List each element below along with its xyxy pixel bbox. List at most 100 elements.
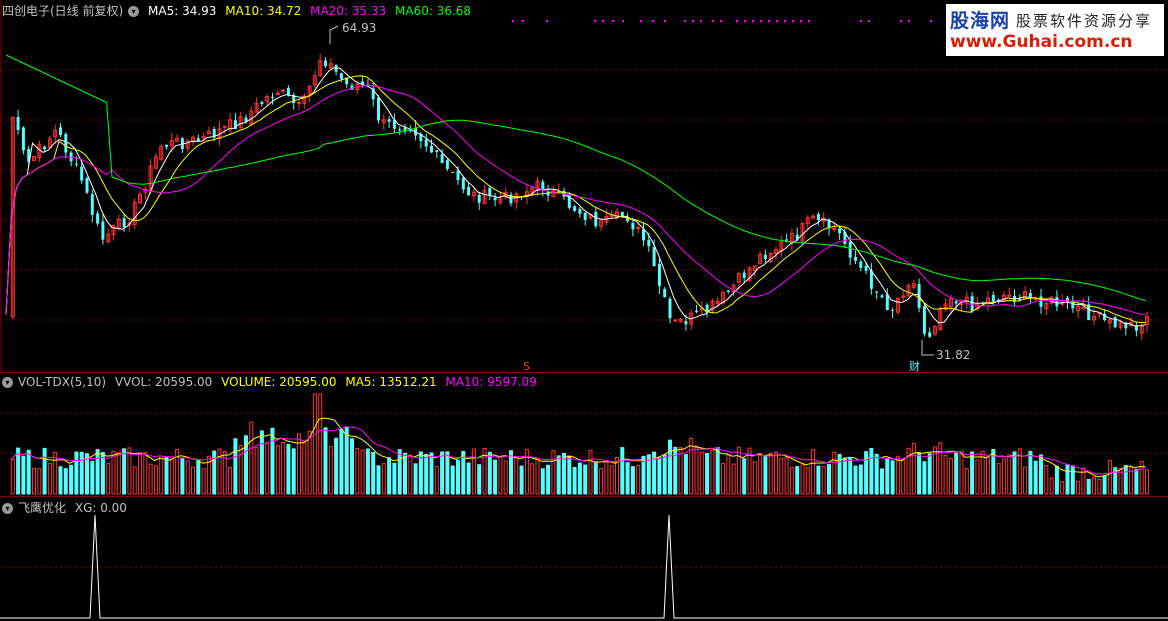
volume-bar-up (774, 451, 778, 495)
volume-bar-down (715, 447, 720, 495)
volume-bar-down (365, 448, 370, 495)
candle-down (90, 194, 94, 215)
volume-bar-up (551, 450, 556, 495)
candle-up (636, 227, 641, 230)
volume-bar-up (201, 468, 206, 495)
candle-down (970, 296, 974, 312)
volume-bar-up (275, 445, 280, 495)
volume-bar-down (763, 456, 768, 495)
volume-bar-up (138, 452, 142, 495)
volume-bar-down (795, 466, 800, 495)
volume-panel[interactable]: ▾ VOL-TDX(5,10) VVOL: 20595.00 VOLUME: 20… (0, 373, 1168, 497)
collapse-icon[interactable]: ▾ (128, 6, 140, 17)
volume-header: ▾ VOL-TDX(5,10) VVOL: 20595.00 VOLUME: 20… (2, 375, 542, 389)
volume-bar-down (593, 462, 598, 495)
volume-bar-up (355, 448, 360, 495)
volume-bar-up (1145, 469, 1149, 495)
volume-bar-down (69, 464, 74, 495)
volume-bar-up (127, 447, 132, 495)
candle-up (281, 89, 286, 92)
volume-bar-up (726, 454, 731, 495)
volume-bar-up (1097, 478, 1102, 495)
volume-bar-down (742, 458, 747, 495)
volume-bar-up (228, 466, 233, 495)
volume-bar-up (111, 450, 116, 495)
volume-bar-down (927, 453, 932, 495)
indicator-chart[interactable] (0, 497, 1168, 621)
signal-dot (602, 20, 604, 22)
volume-bar-down (848, 457, 853, 495)
volume-bar-down (556, 455, 561, 495)
volume-bar-up (832, 451, 837, 495)
signal-dot (720, 20, 722, 22)
candle-down (663, 289, 667, 298)
volume-bar-down (668, 439, 672, 495)
volume-bar-up (789, 466, 794, 495)
volume-bar-down (466, 462, 471, 495)
candle-down (260, 101, 264, 104)
volume-bar-up (153, 465, 158, 495)
candle-down (467, 186, 471, 196)
volume-bar-up (699, 451, 704, 495)
ma5-line (5, 67, 1146, 327)
volume-bar-up (943, 454, 948, 495)
signal-dot (930, 20, 932, 22)
volume-bar-up (37, 467, 42, 495)
candle-down (785, 239, 789, 241)
candle-down (398, 129, 402, 131)
volume-bar-chart[interactable] (0, 373, 1168, 497)
candle-down (377, 97, 380, 121)
candle-down (424, 139, 428, 147)
signal-dot (652, 20, 654, 22)
volume-bar-down (21, 455, 26, 495)
candle-up (832, 227, 837, 230)
candle-down (59, 127, 62, 135)
candle-down (922, 306, 926, 334)
volume-bar-up (779, 458, 784, 495)
volume-bar-down (577, 462, 582, 495)
volume-bar-up (249, 421, 254, 495)
volume-bar-down (79, 451, 84, 495)
collapse-icon[interactable]: ▾ (2, 377, 13, 388)
volume-bar-up (1023, 466, 1028, 495)
signal-dot (664, 20, 666, 22)
volume-bar-up (811, 449, 816, 495)
volume-bar-up (159, 455, 164, 495)
ma20-readout: MA20: 35.33 (310, 4, 387, 18)
candle-down (435, 150, 439, 153)
candle-down (430, 145, 433, 153)
volume-bar-down (890, 460, 895, 495)
signal-dot (744, 20, 746, 22)
ma10-line (5, 75, 1146, 323)
volume-bar-up (938, 442, 943, 495)
candle-down (324, 60, 327, 67)
volume-bar-down (641, 455, 646, 495)
price-chart-panel[interactable]: 四创电子(日线 前复权) ▾ MA5: 34.93 MA10: 34.72 MA2… (0, 0, 1168, 373)
volume-bar-up (32, 467, 36, 495)
signal-dot (736, 20, 738, 22)
candle-up (297, 101, 301, 104)
volume-bar-up (10, 459, 15, 495)
high-pointer (329, 25, 339, 44)
candle-down (1028, 293, 1032, 297)
volume-bar-down (270, 427, 275, 495)
candle-down (1087, 304, 1091, 321)
volume-bar-up (710, 450, 715, 495)
volume-bar-down (323, 427, 328, 495)
candle-down (991, 295, 995, 302)
signal-dot (760, 20, 762, 22)
candle-down (573, 206, 577, 211)
volume-bar-down (291, 448, 296, 495)
logo-slogan: 股票软件资源分享 (1016, 12, 1153, 30)
candle-down (642, 229, 645, 241)
volume-bar-down (90, 460, 95, 495)
finance-marker[interactable]: 财 (909, 358, 920, 374)
indicator-panel[interactable]: ▾ 飞鹰优化 XG: 0.00 (0, 497, 1168, 621)
volume-bar-down (885, 457, 890, 495)
volume-bar-up (318, 393, 323, 495)
candle-down (74, 163, 78, 165)
volume-bar-up (312, 393, 317, 495)
candle-down (16, 117, 20, 130)
candle-down (763, 254, 767, 260)
collapse-icon[interactable]: ▾ (2, 503, 13, 514)
